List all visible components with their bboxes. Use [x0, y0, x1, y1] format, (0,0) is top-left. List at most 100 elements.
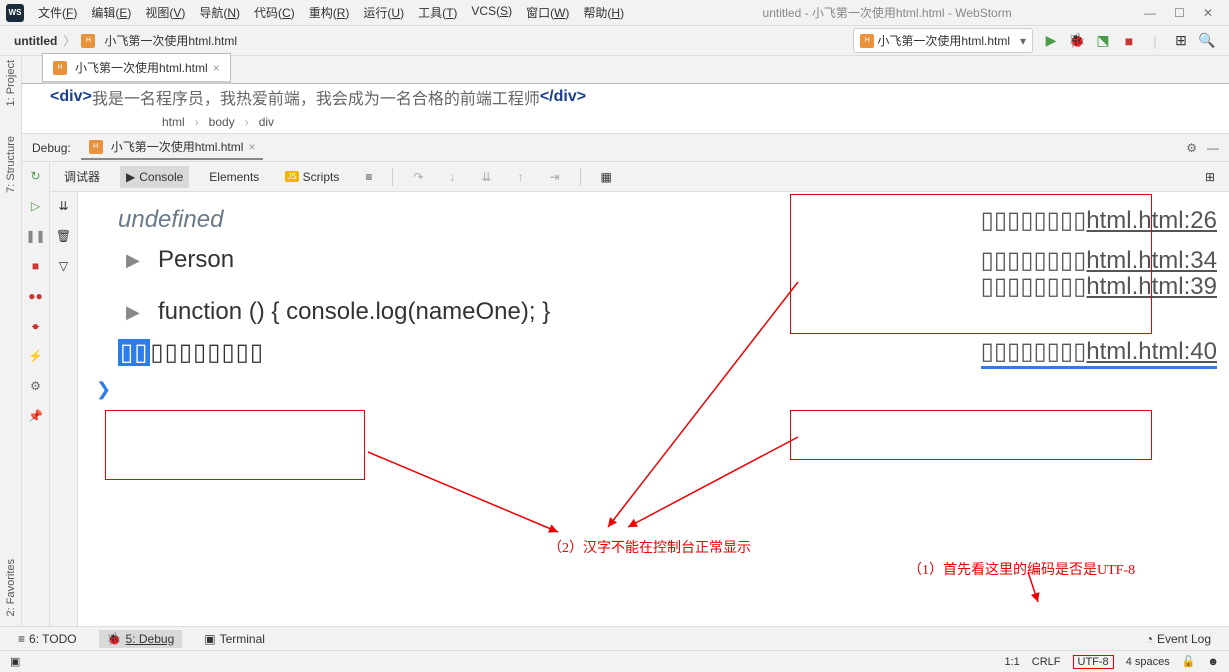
- favorites-tool-tab[interactable]: 2: Favorites: [5, 559, 17, 616]
- debug-panel-header: Debug: H 小飞第一次使用html.html × ⚙ —: [22, 134, 1229, 162]
- rerun-icon[interactable]: ↻: [28, 168, 44, 184]
- menu-code[interactable]: 代码(C): [248, 2, 301, 23]
- left-tool-rail: 1: Project 7: Structure 2: Favorites: [0, 56, 22, 626]
- crumb-html[interactable]: html: [162, 115, 185, 129]
- annotation-box: [105, 410, 365, 480]
- menu-window[interactable]: 窗口(W): [520, 2, 575, 23]
- evaluate-icon[interactable]: ▦: [595, 166, 618, 188]
- code-breadcrumb: html› body› div: [22, 110, 1229, 134]
- clear-icon[interactable]: 🗑: [56, 228, 72, 244]
- menu-edit[interactable]: 编辑(E): [85, 2, 137, 23]
- layout-toggle-icon[interactable]: ⊞: [1199, 166, 1221, 188]
- indent-setting[interactable]: 4 spaces: [1126, 656, 1170, 668]
- editor-tab[interactable]: H 小飞第一次使用html.html ×: [42, 53, 231, 84]
- html-file-icon: H: [53, 61, 67, 75]
- debug-icon[interactable]: 🐞: [1069, 33, 1085, 49]
- code-editor-line[interactable]: <div> 我是一名程序员，我热爱前端，我会成为一名合格的前端工程师 </div…: [22, 84, 1229, 110]
- event-log-tool[interactable]: ◔ Event Log: [1138, 630, 1219, 648]
- source-link[interactable]: ▯▯▯▯▯▯▯▯html.html:34: [981, 246, 1217, 275]
- breakpoints-icon[interactable]: ●●: [28, 288, 44, 304]
- console-toolbar: ⇊ 🗑 ▽: [50, 192, 78, 626]
- menu-view[interactable]: 视图(V): [139, 2, 191, 23]
- html-file-icon: H: [89, 140, 103, 154]
- close-button[interactable]: ✕: [1203, 6, 1213, 20]
- console-line: ▯▯▯▯▯▯▯▯▯▯ ▯▯▯▯▯▯▯▯html.html:40: [78, 332, 1229, 373]
- update-icon[interactable]: ⊞: [1173, 33, 1189, 49]
- layout-icon[interactable]: ≡: [359, 166, 378, 188]
- navigation-row: untitled 〉 H 小飞第一次使用html.html H 小飞第一次使用h…: [0, 26, 1229, 56]
- console-line: undefined ▯▯▯▯▯▯▯▯html.html:26: [78, 200, 1229, 240]
- run-icon[interactable]: ▶: [1043, 33, 1059, 49]
- main-menu: 文件(F) 编辑(E) 视图(V) 导航(N) 代码(C) 重构(R) 运行(U…: [32, 2, 630, 23]
- annotation-text-1: （1）首先看这里的编码是否是UTF-8: [908, 559, 1135, 579]
- lock-icon[interactable]: 🔓: [1182, 655, 1196, 668]
- js-icon: JS: [285, 171, 298, 182]
- step-out-icon[interactable]: ↑: [511, 166, 529, 188]
- console-output[interactable]: undefined ▯▯▯▯▯▯▯▯html.html:26 ▶ Person …: [78, 192, 1229, 626]
- console-line: ▶ function () { console.log(nameOne); }: [78, 292, 1229, 332]
- minimize-panel-icon[interactable]: —: [1207, 141, 1219, 155]
- terminal-tool[interactable]: ▣ Terminal: [196, 630, 273, 648]
- menu-tools[interactable]: 工具(T): [412, 2, 463, 23]
- menu-help[interactable]: 帮助(H): [577, 2, 630, 23]
- mute-breakpoints-icon[interactable]: ●: [28, 318, 44, 334]
- coverage-icon[interactable]: ⬔: [1095, 33, 1111, 49]
- menu-refactor[interactable]: 重构(R): [303, 2, 356, 23]
- project-tool-tab[interactable]: 1: Project: [5, 60, 17, 106]
- search-icon[interactable]: 🔍: [1199, 33, 1215, 49]
- run-to-cursor-icon[interactable]: ⇥: [543, 166, 565, 188]
- scripts-tab[interactable]: JS Scripts: [279, 166, 345, 188]
- crumb-div[interactable]: div: [259, 115, 274, 129]
- status-icon[interactable]: ▣: [10, 655, 20, 668]
- stop-icon[interactable]: ■: [28, 258, 44, 274]
- debug-tabs-strip: 调试器 ▶ Console Elements JS Scripts ≡ ↷ ↓ …: [50, 162, 1229, 192]
- inspector-icon[interactable]: ☻: [1207, 656, 1219, 668]
- force-step-icon[interactable]: ⇊: [475, 166, 497, 188]
- thread-dump-icon[interactable]: ⚡: [28, 348, 44, 364]
- debug-tool[interactable]: 🐞 5: Debug: [99, 630, 183, 648]
- elements-tab[interactable]: Elements: [203, 166, 265, 188]
- debug-label: Debug:: [32, 141, 71, 155]
- pause-icon[interactable]: ❚❚: [28, 228, 44, 244]
- title-bar: WS 文件(F) 编辑(E) 视图(V) 导航(N) 代码(C) 重构(R) 运…: [0, 0, 1229, 26]
- scroll-lock-icon[interactable]: ⇊: [56, 198, 72, 214]
- window-title: untitled - 小飞第一次使用html.html - WebStorm: [630, 4, 1144, 21]
- expand-icon[interactable]: ▶: [126, 302, 140, 323]
- chevron-right-icon: 〉: [63, 32, 75, 49]
- breadcrumb-project[interactable]: untitled: [14, 34, 57, 48]
- menu-file[interactable]: 文件(F): [32, 2, 83, 23]
- close-tab-icon[interactable]: ×: [248, 140, 255, 154]
- source-link[interactable]: ▯▯▯▯▯▯▯▯html.html:26: [981, 206, 1217, 235]
- console-tab[interactable]: ▶ Console: [120, 166, 189, 188]
- line-ending[interactable]: CRLF: [1032, 656, 1061, 668]
- close-tab-icon[interactable]: ×: [213, 61, 220, 75]
- crumb-body[interactable]: body: [209, 115, 235, 129]
- annotation-text-2: （2）汉字不能在控制台正常显示: [548, 537, 751, 557]
- caret-pos[interactable]: 1:1: [1004, 656, 1019, 668]
- encoding[interactable]: UTF-8: [1073, 655, 1114, 669]
- step-over-icon[interactable]: ↷: [407, 166, 429, 188]
- minimize-button[interactable]: —: [1144, 6, 1156, 20]
- menu-nav[interactable]: 导航(N): [193, 2, 246, 23]
- console-prompt[interactable]: ❯: [78, 373, 1229, 406]
- todo-tool[interactable]: ≡ 6: TODO: [10, 630, 85, 648]
- menu-vcs[interactable]: VCS(S): [465, 2, 518, 23]
- stop-icon[interactable]: ■: [1121, 33, 1137, 49]
- html-file-icon: H: [860, 34, 874, 48]
- source-link[interactable]: ▯▯▯▯▯▯▯▯html.html:40: [981, 337, 1217, 369]
- resume-icon[interactable]: ▷: [28, 198, 44, 214]
- run-config-selector[interactable]: H 小飞第一次使用html.html: [853, 28, 1033, 53]
- settings-icon[interactable]: ⚙: [28, 378, 44, 394]
- debug-session-tab[interactable]: H 小飞第一次使用html.html ×: [81, 135, 264, 160]
- menu-run[interactable]: 运行(U): [357, 2, 410, 23]
- structure-tool-tab[interactable]: 7: Structure: [5, 136, 17, 193]
- breadcrumb-file[interactable]: 小飞第一次使用html.html: [104, 32, 237, 49]
- pin-icon[interactable]: 📌: [28, 408, 44, 424]
- step-into-icon[interactable]: ↓: [443, 166, 461, 188]
- filter-icon[interactable]: ▽: [56, 258, 72, 274]
- expand-icon[interactable]: ▶: [126, 250, 140, 271]
- maximize-button[interactable]: ☐: [1174, 6, 1185, 20]
- gear-icon[interactable]: ⚙: [1186, 141, 1197, 155]
- bottom-tool-bar: ≡ 6: TODO 🐞 5: Debug ▣ Terminal ◔ Event …: [0, 626, 1229, 650]
- debugger-tab[interactable]: 调试器: [58, 164, 106, 189]
